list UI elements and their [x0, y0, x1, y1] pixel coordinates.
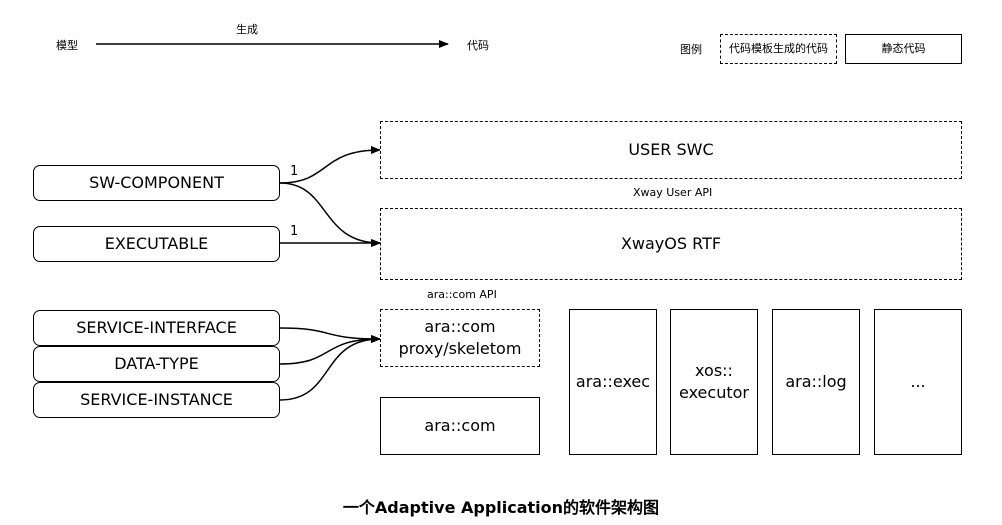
code-more-label: ... [910, 372, 926, 391]
code-log-label: ara::log [785, 372, 847, 391]
model-data-type: DATA-TYPE [33, 346, 280, 382]
model-sw-component-label: SW-COMPONENT [89, 173, 224, 192]
code-log: ara::log [772, 309, 860, 455]
code-exec-label: ara::exec [575, 372, 651, 391]
code-more: ... [874, 309, 962, 455]
model-sw-component: SW-COMPONENT [33, 165, 280, 201]
code-com-proxy-label: ara::com proxy/skeletom [398, 317, 522, 358]
code-exec: ara::exec [569, 309, 657, 455]
architecture-diagram: 模型 生成 代码 图例 代码模板生成的代码 静态代码 SW-COMPONENT … [0, 0, 1002, 525]
code-com: ara::com [380, 397, 540, 455]
code-com-proxy: ara::com proxy/skeletom [380, 309, 540, 367]
legend-title: 图例 [680, 43, 702, 56]
model-service-interface-label: SERVICE-INTERFACE [76, 318, 237, 337]
legend-target-label: 代码 [467, 39, 489, 52]
connector-data-type-to-proxy [279, 335, 381, 365]
multiplicity-sw-component: 1 [290, 164, 299, 179]
model-service-interface: SERVICE-INTERFACE [33, 310, 280, 346]
code-rtf: XwayOS RTF [380, 208, 962, 280]
user-api-label: Xway User API [633, 186, 713, 199]
code-rtf-label: XwayOS RTF [620, 234, 722, 253]
com-api-label: ara::com API [427, 288, 497, 301]
legend-generated-code-label: 代码模板生成的代码 [729, 42, 828, 55]
connector-service-interface-to-proxy [279, 327, 381, 343]
multiplicity-executable: 1 [290, 224, 299, 239]
model-service-instance-label: SERVICE-INSTANCE [80, 390, 233, 409]
legend-arrow-label: 生成 [236, 23, 258, 36]
code-executor: xos:: executor [670, 309, 758, 455]
connector-service-instance-to-proxy [279, 335, 381, 401]
legend-static-code-box: 静态代码 [845, 34, 962, 64]
legend-static-code-label: 静态代码 [881, 42, 926, 55]
diagram-caption: 一个Adaptive Application的软件架构图 [342, 498, 660, 517]
model-service-instance: SERVICE-INSTANCE [33, 382, 280, 418]
model-data-type-label: DATA-TYPE [114, 354, 199, 373]
model-executable: EXECUTABLE [33, 226, 280, 262]
code-com-label: ara::com [424, 416, 496, 435]
code-executor-label: xos:: executor [679, 361, 749, 402]
legend-generated-code-box: 代码模板生成的代码 [720, 34, 837, 64]
legend-source-label: 模型 [56, 39, 78, 52]
code-user-swc-label: USER SWC [628, 140, 714, 159]
code-user-swc: USER SWC [380, 121, 962, 179]
model-executable-label: EXECUTABLE [104, 234, 209, 253]
